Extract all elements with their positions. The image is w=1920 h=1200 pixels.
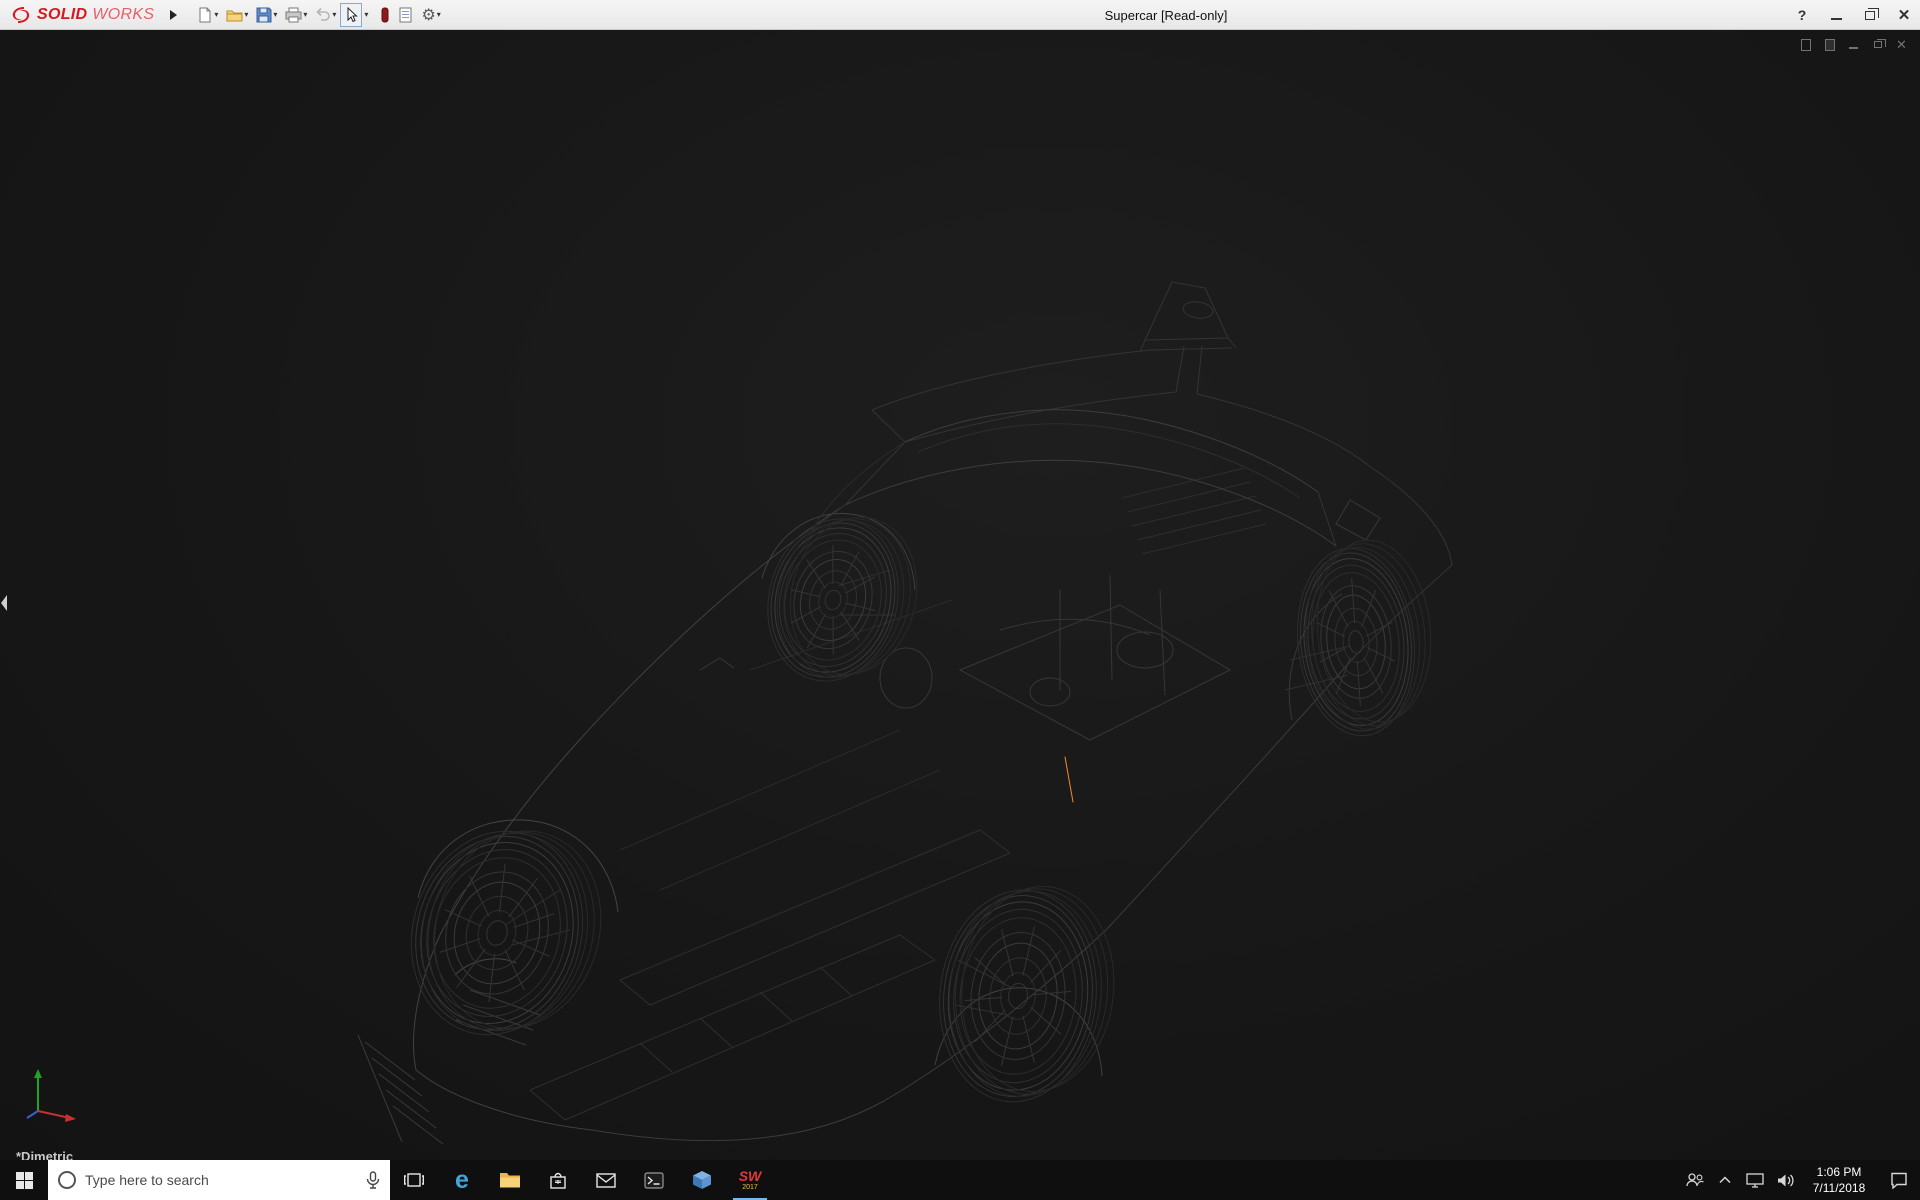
document-filled-icon: [1825, 39, 1835, 51]
document-icon: [1801, 39, 1811, 51]
undo-icon: [315, 7, 331, 23]
doc-close-button[interactable]: ✕: [1895, 38, 1908, 51]
maroon-tool-icon: [380, 7, 390, 23]
file-explorer-button[interactable]: [486, 1160, 534, 1200]
select-button[interactable]: [340, 3, 362, 27]
clock-time: 1:06 PM: [1800, 1165, 1878, 1181]
open-button[interactable]: ▾: [222, 3, 252, 27]
chevron-down-icon[interactable]: ▾: [303, 10, 307, 19]
edge-button[interactable]: e: [438, 1160, 486, 1200]
command-prompt-button[interactable]: [630, 1160, 678, 1200]
print-button[interactable]: ▾: [281, 3, 311, 27]
orientation-triad: [18, 1066, 88, 1126]
windows-taskbar: e SW 2017: [0, 1160, 1920, 1200]
print-icon: [285, 7, 302, 23]
gear-icon: ⚙: [421, 7, 435, 23]
document-window-controls: ✕: [1799, 38, 1908, 51]
network-button[interactable]: [1740, 1160, 1770, 1200]
action-center-button[interactable]: [1878, 1160, 1920, 1200]
mail-button[interactable]: [582, 1160, 630, 1200]
maroon-tool-button[interactable]: [376, 3, 394, 27]
save-button[interactable]: ▾: [252, 3, 281, 27]
search-input[interactable]: [85, 1172, 357, 1188]
new-document-icon: [197, 7, 213, 23]
titlebar: SOLID WORKS ▾ ▾ ▾: [0, 0, 1920, 30]
minimize-button[interactable]: [1828, 7, 1844, 23]
edge-icon: e: [455, 1168, 469, 1193]
cortana-icon: [58, 1171, 76, 1189]
help-button[interactable]: ?: [1794, 7, 1810, 23]
brand-works-text: WORKS: [92, 6, 154, 24]
brand-solid-text: SOLID: [37, 6, 87, 24]
chevron-down-icon[interactable]: ▾: [364, 10, 368, 19]
minimize-icon: [1831, 18, 1842, 20]
wireframe-car-model: [0, 30, 1920, 1160]
notification-icon: [1890, 1172, 1908, 1189]
select-cursor-icon: [344, 7, 358, 23]
command-prompt-icon: [644, 1172, 664, 1189]
doc-window-button-2[interactable]: [1823, 38, 1836, 51]
view-orientation-label: *Dimetric: [16, 1149, 73, 1160]
ds-logo-icon: [10, 5, 32, 25]
taskbar-clock[interactable]: 1:06 PM 7/11/2018: [1800, 1164, 1878, 1196]
chevron-down-icon[interactable]: ▾: [244, 10, 248, 19]
store-button[interactable]: [534, 1160, 582, 1200]
window-controls: ? ✕: [1794, 0, 1912, 30]
document-title: Supercar [Read-only]: [1105, 0, 1228, 30]
speaker-icon: [1777, 1173, 1794, 1188]
mail-icon: [596, 1173, 616, 1188]
file-explorer-icon: [499, 1171, 521, 1189]
restore-icon: [1865, 11, 1875, 20]
doc-restore-button[interactable]: [1871, 38, 1884, 51]
taskbar-search[interactable]: [48, 1160, 390, 1200]
people-button[interactable]: [1680, 1160, 1710, 1200]
task-view-button[interactable]: [390, 1160, 438, 1200]
file-properties-button[interactable]: [394, 3, 417, 27]
task-view-icon: [404, 1172, 424, 1188]
solidworks-icon: SW 2017: [739, 1169, 762, 1191]
chevron-down-icon[interactable]: ▾: [437, 10, 441, 19]
selected-edge-highlight: [1065, 757, 1073, 802]
open-folder-icon: [226, 7, 243, 23]
new-document-button[interactable]: ▾: [193, 3, 222, 27]
start-button[interactable]: [0, 1160, 48, 1200]
chevron-down-icon[interactable]: ▾: [214, 10, 218, 19]
clock-date: 7/11/2018: [1800, 1181, 1878, 1197]
chevron-down-icon[interactable]: ▾: [332, 10, 336, 19]
graphics-viewport[interactable]: ✕ *Dimetric: [0, 30, 1920, 1160]
quick-access-toolbar: ▾ ▾ ▾ ▾ ▾: [193, 3, 444, 27]
system-tray: 1:06 PM 7/11/2018: [1680, 1160, 1920, 1200]
solidworks-logo: SOLID WORKS: [0, 5, 160, 25]
solidworks-app-button[interactable]: SW 2017: [726, 1160, 774, 1200]
edrawings-cube-icon: [692, 1170, 712, 1190]
close-button[interactable]: ✕: [1896, 7, 1912, 23]
edrawings-button[interactable]: [678, 1160, 726, 1200]
windows-logo-icon: [16, 1172, 33, 1189]
microphone-icon[interactable]: [366, 1171, 380, 1189]
people-icon: [1685, 1172, 1705, 1188]
menu-flyout-arrow[interactable]: [170, 10, 177, 20]
doc-restore-icon: [1874, 41, 1882, 48]
undo-button[interactable]: ▾: [311, 3, 340, 27]
options-button[interactable]: ⚙ ▾: [417, 3, 444, 27]
doc-minimize-button[interactable]: [1847, 38, 1860, 51]
save-icon: [256, 7, 272, 23]
solidworks-icon-letters: SW: [739, 1169, 762, 1183]
solidworks-icon-year: 2017: [742, 1184, 758, 1191]
volume-button[interactable]: [1770, 1160, 1800, 1200]
chevron-down-icon[interactable]: ▾: [273, 10, 277, 19]
restore-button[interactable]: [1862, 7, 1878, 23]
chevron-up-icon: [1719, 1176, 1731, 1184]
show-hidden-icons-button[interactable]: [1710, 1160, 1740, 1200]
network-icon: [1746, 1173, 1764, 1188]
doc-minimize-icon: [1849, 47, 1858, 49]
doc-window-button-1[interactable]: [1799, 38, 1812, 51]
file-properties-icon: [398, 7, 413, 23]
store-bag-icon: [549, 1171, 567, 1190]
